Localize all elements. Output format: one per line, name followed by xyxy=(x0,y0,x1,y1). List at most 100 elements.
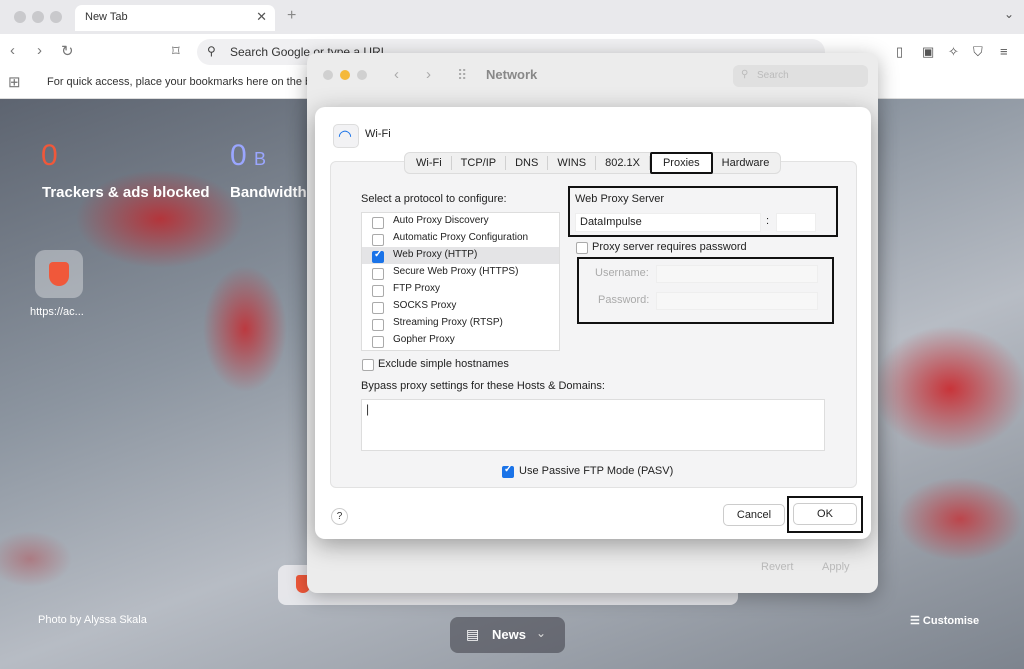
exclude-simple-checkbox[interactable] xyxy=(362,359,374,371)
protocol-label: FTP Proxy xyxy=(393,283,441,294)
browser-titlebar: New Tab ✕ + ⌄ xyxy=(0,0,1024,34)
leo-ai-icon[interactable]: ✧ xyxy=(948,44,959,60)
search-icon: ⚲ xyxy=(741,69,749,80)
tab-hardware[interactable]: Hardware xyxy=(713,156,779,170)
customise-label: Customise xyxy=(922,615,980,627)
interface-name: Wi-Fi xyxy=(365,128,391,140)
trackers-label: Trackers & ads blocked xyxy=(42,184,210,201)
protocol-item[interactable]: SOCKS Proxy xyxy=(362,298,559,315)
exclude-simple-label: Exclude simple hostnames xyxy=(378,358,509,370)
bookmark-icon[interactable]: ⌑ xyxy=(172,42,180,60)
news-label: News xyxy=(492,627,526,642)
bandwidth-count: 0 xyxy=(230,139,247,172)
server-heading: Web Proxy Server xyxy=(575,193,665,205)
proxy-server-field[interactable]: DataImpulse xyxy=(575,213,761,232)
protocol-item[interactable]: FTP Proxy xyxy=(362,281,559,298)
protocol-label: Auto Proxy Discovery xyxy=(393,215,489,226)
tab-close-icon[interactable]: ✕ xyxy=(256,9,267,25)
bandwidth-label: Bandwidth xyxy=(230,184,307,201)
net-window-title: Network xyxy=(486,67,538,82)
net-forward-icon[interactable]: › xyxy=(426,66,431,83)
protocol-checkbox[interactable] xyxy=(372,234,384,246)
password-label: Password: xyxy=(598,294,650,306)
back-icon[interactable]: ‹ xyxy=(10,42,15,59)
net-close-button[interactable] xyxy=(323,70,333,80)
protocol-item[interactable]: Auto Proxy Discovery xyxy=(362,213,559,230)
tab-wins[interactable]: WINS xyxy=(548,156,597,170)
bypass-hosts-textarea[interactable]: | xyxy=(361,399,825,451)
protocol-checkbox-checked[interactable] xyxy=(372,249,384,263)
wifi-icon: ◠ xyxy=(333,124,359,148)
chevron-down-icon: ⌄ xyxy=(536,626,547,640)
protocol-checkbox[interactable] xyxy=(372,285,384,297)
wallet-icon[interactable]: ▣ xyxy=(922,44,934,60)
protocol-label: Web Proxy (HTTP) xyxy=(393,249,478,260)
protocol-list: Auto Proxy Discovery Automatic Proxy Con… xyxy=(361,212,560,351)
news-button[interactable]: ▤ News ⌄ xyxy=(450,617,565,653)
protocol-item[interactable]: Streaming Proxy (RTSP) xyxy=(362,315,559,332)
window-minimize-button[interactable] xyxy=(32,11,44,23)
protocol-checkbox[interactable] xyxy=(372,336,384,348)
settings-tab-bar: Wi-Fi TCP/IP DNS WINS 802.1X Proxies Har… xyxy=(404,152,782,174)
protocol-label: SOCKS Proxy xyxy=(393,300,457,311)
proxy-port-field[interactable] xyxy=(776,213,816,232)
username-label: Username: xyxy=(595,267,649,279)
apps-grid-icon[interactable]: ⊞ xyxy=(8,73,21,91)
photo-credit[interactable]: Photo by Alyssa Skala xyxy=(38,614,147,626)
top-site-label: https://ac... xyxy=(30,306,84,318)
revert-button[interactable]: Revert xyxy=(761,561,793,573)
reload-icon[interactable]: ↻ xyxy=(61,42,74,60)
window-zoom-button[interactable] xyxy=(50,11,62,23)
passive-ftp-checkbox[interactable] xyxy=(502,464,514,478)
net-minimize-button[interactable] xyxy=(340,70,350,80)
protocol-checkbox[interactable] xyxy=(372,268,384,280)
protocol-label: Streaming Proxy (RTSP) xyxy=(393,317,503,328)
protocol-checkbox[interactable] xyxy=(372,217,384,229)
new-tab-icon[interactable]: + xyxy=(287,7,296,25)
show-all-grid-icon[interactable]: ⠿ xyxy=(457,67,467,84)
protocol-item-selected[interactable]: Web Proxy (HTTP) xyxy=(362,247,559,264)
protocol-checkbox[interactable] xyxy=(372,302,384,314)
bookmarks-hint: For quick access, place your bookmarks h… xyxy=(47,76,312,88)
apply-button[interactable]: Apply xyxy=(822,561,850,573)
tab-title: New Tab xyxy=(85,11,128,23)
proxies-sheet: ◠ Wi-Fi Wi-Fi TCP/IP DNS WINS 802.1X Pro… xyxy=(315,107,871,539)
menu-icon[interactable]: ≡ xyxy=(1000,44,1008,59)
bypass-label: Bypass proxy settings for these Hosts & … xyxy=(361,380,605,392)
help-button[interactable]: ? xyxy=(331,508,348,525)
tab-proxies[interactable]: Proxies xyxy=(649,152,713,174)
ok-button[interactable]: OK xyxy=(793,503,857,525)
protocol-item[interactable]: Gopher Proxy xyxy=(362,332,559,349)
search-icon: ⚲ xyxy=(207,44,216,58)
protocol-checkbox[interactable] xyxy=(372,319,384,331)
tab-list-chevron-icon[interactable]: ⌄ xyxy=(1004,7,1014,21)
password-field[interactable] xyxy=(656,292,818,310)
forward-icon[interactable]: › xyxy=(37,42,42,59)
protocol-heading: Select a protocol to configure: xyxy=(361,193,507,205)
cancel-button[interactable]: Cancel xyxy=(723,504,785,526)
net-back-icon[interactable]: ‹ xyxy=(394,66,399,83)
net-search-placeholder: Search xyxy=(757,70,789,81)
passive-ftp-label: Use Passive FTP Mode (PASV) xyxy=(519,465,674,477)
browser-tab[interactable]: New Tab ✕ xyxy=(75,5,275,31)
protocol-item[interactable]: Automatic Proxy Configuration xyxy=(362,230,559,247)
top-site-tile[interactable] xyxy=(35,250,83,298)
tab-8021x[interactable]: 802.1X xyxy=(596,156,650,170)
protocol-item[interactable]: Secure Web Proxy (HTTPS) xyxy=(362,264,559,281)
window-close-button[interactable] xyxy=(14,11,26,23)
trackers-count: 0 xyxy=(41,139,58,172)
tab-dns[interactable]: DNS xyxy=(506,156,549,170)
text-caret: | xyxy=(366,402,370,416)
tab-wifi[interactable]: Wi-Fi xyxy=(407,156,452,170)
net-search-input[interactable]: ⚲ Search xyxy=(733,65,868,87)
protocol-label: Automatic Proxy Configuration xyxy=(393,232,529,243)
proxy-server-value: DataImpulse xyxy=(580,216,642,228)
bandwidth-unit: B xyxy=(254,149,267,169)
tab-tcpip[interactable]: TCP/IP xyxy=(452,156,507,170)
vpn-shield-icon[interactable]: ⛉ xyxy=(973,44,983,60)
customise-button[interactable]: ☰ Customise xyxy=(910,614,979,627)
username-field[interactable] xyxy=(656,265,818,283)
requires-password-checkbox[interactable] xyxy=(576,242,588,254)
net-zoom-button[interactable] xyxy=(357,70,367,80)
sidebar-icon[interactable]: ▯ xyxy=(896,44,903,60)
